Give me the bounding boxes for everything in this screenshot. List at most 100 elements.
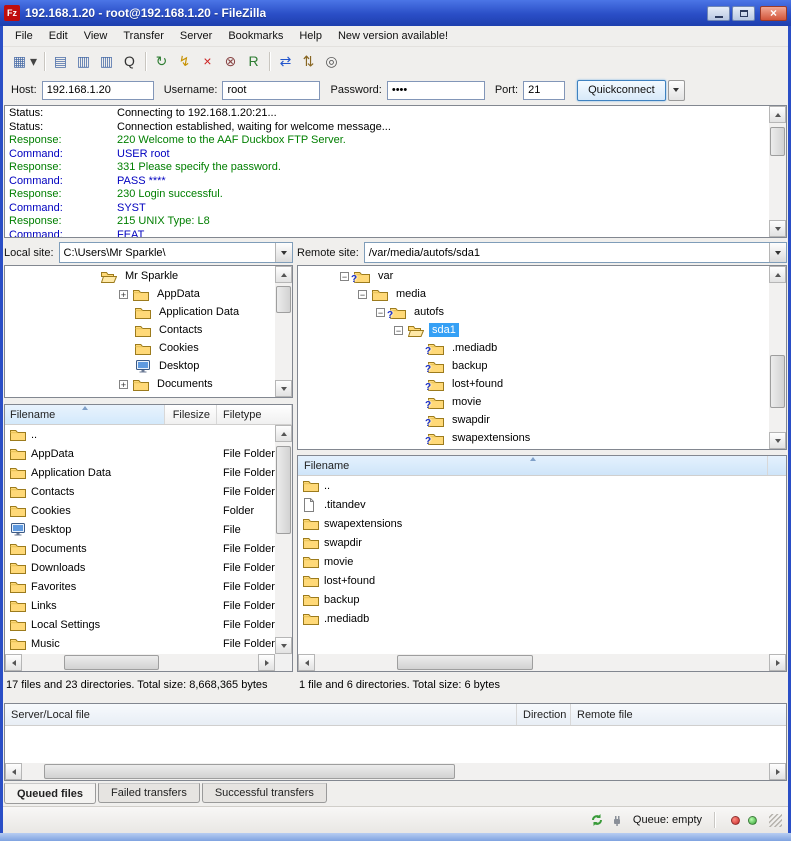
scrollbar-right-button[interactable] <box>769 763 786 780</box>
password-input[interactable] <box>387 81 485 100</box>
local-tree-node[interactable]: Mr Sparkle <box>5 267 275 285</box>
synchronized-browsing-button[interactable]: ⇅ <box>297 50 320 73</box>
scrollbar-left-button[interactable] <box>5 763 22 780</box>
collapse-icon[interactable]: − <box>358 290 367 299</box>
local-file-row[interactable]: Application DataFile Folder <box>5 463 275 482</box>
remote-tree-node[interactable]: ?.mediadb <box>298 339 769 357</box>
toggle-remote-tree-button[interactable]: ▥ <box>95 50 118 73</box>
scrollbar-right-button[interactable] <box>769 654 786 671</box>
remote-tree-node[interactable]: −sda1 <box>298 321 769 339</box>
dropdown-arrow-icon[interactable] <box>769 243 786 262</box>
local-tree-node[interactable]: +AppData <box>5 285 275 303</box>
remote-tree-node[interactable]: ?swapdir <box>298 411 769 429</box>
reconnect-button[interactable]: R <box>242 50 265 73</box>
remote-site-combobox[interactable]: /var/media/autofs/sda1 <box>364 242 787 263</box>
remote-file-row[interactable]: .mediadb <box>298 609 786 628</box>
collapse-icon[interactable]: − <box>340 272 349 281</box>
remote-file-row[interactable]: lost+found <box>298 571 786 590</box>
column-header-filename[interactable]: Filename <box>5 405 165 424</box>
column-header-filename[interactable]: Filename <box>298 456 768 475</box>
menu-item-server[interactable]: Server <box>172 27 220 45</box>
remote-file-row[interactable]: .. <box>298 476 786 495</box>
menu-item-view[interactable]: View <box>76 27 116 45</box>
column-header-filetype[interactable]: Filetype <box>217 405 292 424</box>
remote-tree-scrollbar[interactable] <box>769 266 786 449</box>
scrollbar-left-button[interactable] <box>5 654 22 671</box>
resize-grip[interactable] <box>769 814 782 827</box>
cancel-operation-button[interactable]: × <box>196 50 219 73</box>
minimize-button[interactable] <box>707 6 730 21</box>
menu-item-bookmarks[interactable]: Bookmarks <box>220 27 291 45</box>
scrollbar-track[interactable] <box>769 123 786 220</box>
local-tree-node[interactable]: +Downloads <box>5 393 275 397</box>
scrollbar-track[interactable] <box>275 283 292 380</box>
local-file-row[interactable]: ContactsFile Folder <box>5 482 275 501</box>
scrollbar-up-button[interactable] <box>275 425 292 442</box>
menu-item-file[interactable]: File <box>7 27 41 45</box>
scrollbar-down-button[interactable] <box>275 380 292 397</box>
local-tree-node[interactable]: Cookies <box>5 339 275 357</box>
remote-tree-node[interactable]: −media <box>298 285 769 303</box>
remote-tree-node[interactable]: ?backup <box>298 357 769 375</box>
local-file-row[interactable]: FavoritesFile Folder <box>5 577 275 596</box>
local-tree-node[interactable]: +Documents <box>5 375 275 393</box>
remote-tree-node[interactable]: +?dvd <box>298 447 769 449</box>
menu-item-new-version-available[interactable]: New version available! <box>330 27 456 45</box>
dropdown-arrow-icon[interactable] <box>275 243 292 262</box>
local-tree-node[interactable]: Desktop <box>5 357 275 375</box>
scrollbar-up-button[interactable] <box>275 266 292 283</box>
scrollbar-track[interactable] <box>769 283 786 432</box>
log-scrollbar[interactable] <box>769 106 786 237</box>
local-tree-scrollbar[interactable] <box>275 266 292 397</box>
tab-queued-files[interactable]: Queued files <box>4 783 96 804</box>
local-file-row[interactable]: Local SettingsFile Folder <box>5 615 275 634</box>
host-input[interactable] <box>42 81 154 100</box>
column-header-filesize[interactable]: Filesize <box>165 405 217 424</box>
collapse-icon[interactable]: − <box>394 326 403 335</box>
scrollbar-track[interactable] <box>22 763 769 780</box>
port-input[interactable] <box>523 81 565 100</box>
remote-tree-node[interactable]: ?lost+found <box>298 375 769 393</box>
local-list-vscrollbar[interactable] <box>275 425 292 654</box>
column-header-remote-file[interactable]: Remote file <box>571 704 786 725</box>
remote-tree-node[interactable]: −?autofs <box>298 303 769 321</box>
remote-file-row[interactable]: swapdir <box>298 533 786 552</box>
remote-file-row[interactable]: movie <box>298 552 786 571</box>
local-tree-node[interactable]: Contacts <box>5 321 275 339</box>
remote-tree-node[interactable]: −?var <box>298 267 769 285</box>
local-site-combobox[interactable]: C:\Users\Mr Sparkle\ <box>59 242 293 263</box>
queue-hscrollbar[interactable] <box>5 763 786 780</box>
local-file-row[interactable]: LinksFile Folder <box>5 596 275 615</box>
find-files-button[interactable]: ◎ <box>320 50 343 73</box>
remote-file-row[interactable]: swapextensions <box>298 514 786 533</box>
local-file-row[interactable]: DesktopFile <box>5 520 275 539</box>
scrollbar-thumb[interactable] <box>276 446 291 534</box>
scrollbar-right-button[interactable] <box>258 654 275 671</box>
remote-file-row[interactable]: backup <box>298 590 786 609</box>
scrollbar-down-button[interactable] <box>769 220 786 237</box>
disconnect-button[interactable]: ⊗ <box>219 50 242 73</box>
close-button[interactable]: × <box>760 6 787 21</box>
username-input[interactable] <box>222 81 320 100</box>
scrollbar-up-button[interactable] <box>769 106 786 123</box>
menu-item-help[interactable]: Help <box>291 27 330 45</box>
scrollbar-track[interactable] <box>315 654 769 671</box>
quickconnect-dropdown-button[interactable] <box>668 80 685 101</box>
expand-icon[interactable]: + <box>119 380 128 389</box>
scrollbar-thumb[interactable] <box>276 286 291 313</box>
local-file-row[interactable]: CookiesFolder <box>5 501 275 520</box>
local-list-hscrollbar[interactable] <box>5 654 275 671</box>
collapse-icon[interactable]: − <box>376 308 385 317</box>
column-header-direction[interactable]: Direction <box>517 704 571 725</box>
toggle-local-tree-button[interactable]: ▥ <box>72 50 95 73</box>
scrollbar-track[interactable] <box>275 442 292 637</box>
scrollbar-up-button[interactable] <box>769 266 786 283</box>
local-file-row[interactable]: MusicFile Folder <box>5 634 275 653</box>
process-queue-button[interactable]: ↯ <box>173 50 196 73</box>
scrollbar-thumb[interactable] <box>44 764 455 779</box>
menu-item-edit[interactable]: Edit <box>41 27 76 45</box>
local-file-row[interactable]: DownloadsFile Folder <box>5 558 275 577</box>
scrollbar-thumb[interactable] <box>770 127 785 156</box>
maximize-button[interactable] <box>732 6 755 21</box>
titlebar[interactable]: Fz 192.168.1.20 - root@192.168.1.20 - Fi… <box>0 0 791 26</box>
